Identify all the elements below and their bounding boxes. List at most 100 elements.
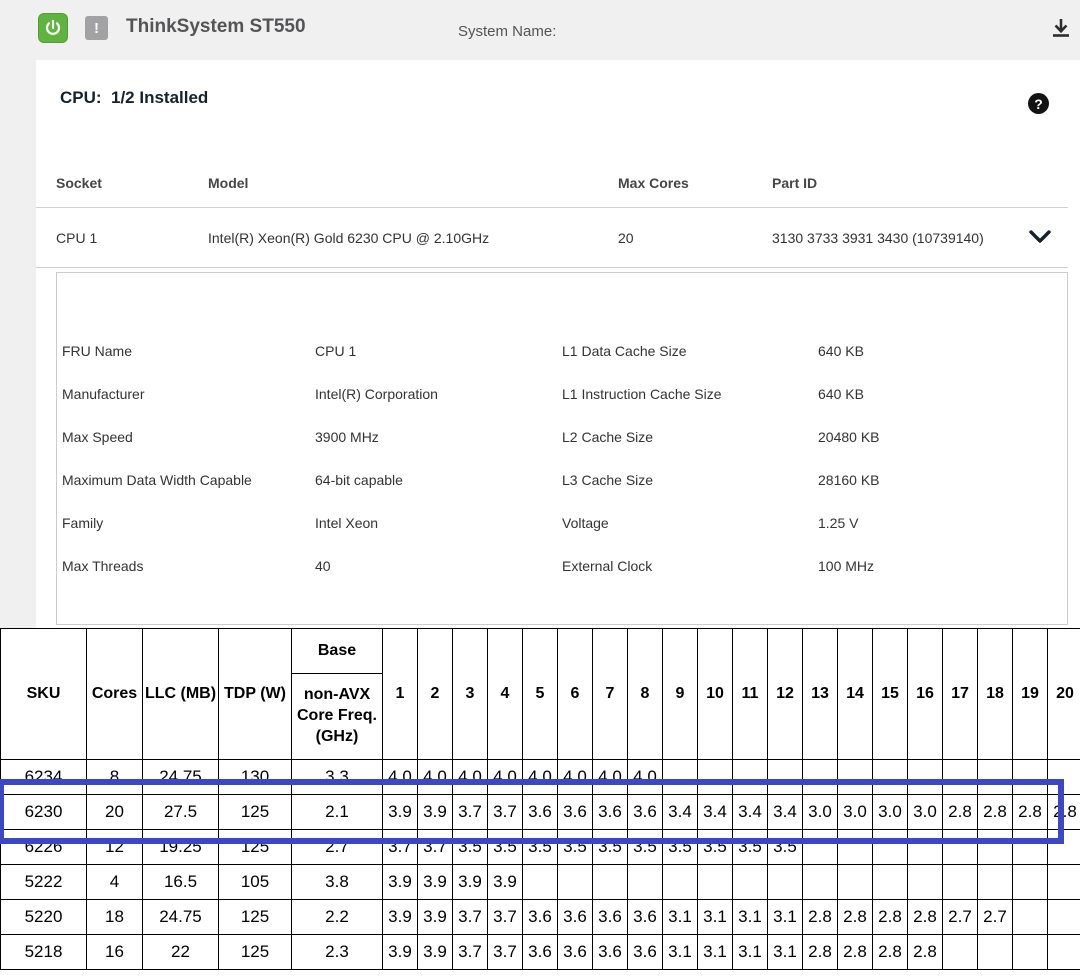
value-cell xyxy=(838,830,873,865)
value-cell: 3.6 xyxy=(523,935,558,970)
value-cell xyxy=(943,830,978,865)
core-count-header: 15 xyxy=(873,629,908,760)
core-count-header: 17 xyxy=(943,629,978,760)
value-cell: 3.9 xyxy=(418,900,453,935)
value-cell xyxy=(873,830,908,865)
value-cell: 3.6 xyxy=(558,795,593,830)
core-count-header: 12 xyxy=(768,629,803,760)
value-cell xyxy=(838,865,873,900)
power-icon xyxy=(43,18,63,38)
core-count-header: 10 xyxy=(698,629,733,760)
sku-cell: 5222 xyxy=(1,865,87,900)
detail-label: Max Threads xyxy=(62,558,315,574)
value-cell: 2.8 xyxy=(1048,795,1080,830)
detail-value: Intel Xeon xyxy=(315,515,562,531)
value-cell: 125 xyxy=(219,830,292,865)
detail-label: L1 Instruction Cache Size xyxy=(562,386,818,402)
value-cell: 3.5 xyxy=(733,830,768,865)
value-cell: 18 xyxy=(87,900,143,935)
value-cell xyxy=(978,865,1013,900)
value-cell: 3.5 xyxy=(488,830,523,865)
detail-value: 40 xyxy=(315,558,562,574)
header-llc: LLC (MB) xyxy=(143,629,219,760)
value-cell: 3.9 xyxy=(488,865,523,900)
value-cell: 3.1 xyxy=(768,900,803,935)
column-header-max-cores: Max Cores xyxy=(618,175,772,191)
value-cell: 3.6 xyxy=(593,935,628,970)
value-cell: 3.6 xyxy=(628,900,663,935)
value-cell: 3.9 xyxy=(453,865,488,900)
value-cell: 12 xyxy=(87,830,143,865)
value-cell: 4.0 xyxy=(383,760,418,795)
value-cell: 3.0 xyxy=(803,795,838,830)
freq-table: SKU Cores LLC (MB) TDP (W) Base non-AVX … xyxy=(0,628,1080,970)
sku-cell: 5220 xyxy=(1,900,87,935)
value-cell: 3.6 xyxy=(523,795,558,830)
value-cell: 8 xyxy=(87,760,143,795)
value-cell xyxy=(1048,760,1080,795)
freq-row-6234: 6234824.751303.34.04.04.04.04.04.04.04.0 xyxy=(1,760,1080,795)
value-cell xyxy=(943,935,978,970)
detail-value: 1.25 V xyxy=(818,515,1067,531)
value-cell: 3.6 xyxy=(628,795,663,830)
core-count-header: 8 xyxy=(628,629,663,760)
collapse-row-button[interactable] xyxy=(1028,230,1052,249)
value-cell: 4.0 xyxy=(558,760,593,795)
value-cell: 3.9 xyxy=(418,935,453,970)
value-cell xyxy=(873,865,908,900)
alert-badge[interactable]: ! xyxy=(85,16,108,40)
detail-value: 20480 KB xyxy=(818,429,1067,445)
value-cell xyxy=(978,830,1013,865)
system-name-label: System Name: xyxy=(458,23,556,40)
cpu-part-id-cell: 3130 3733 3931 3430 (10739140) xyxy=(772,230,1068,246)
value-cell: 3.9 xyxy=(418,865,453,900)
value-cell xyxy=(698,760,733,795)
value-cell: 4.0 xyxy=(453,760,488,795)
value-cell xyxy=(733,865,768,900)
value-cell: 3.1 xyxy=(663,935,698,970)
value-cell xyxy=(873,760,908,795)
value-cell: 3.3 xyxy=(292,760,383,795)
app-title: ThinkSystem ST550 xyxy=(126,16,306,38)
cpu-panel: CPU: 1/2 Installed ? Socket Model Max Co… xyxy=(36,60,1080,628)
value-cell xyxy=(1013,830,1048,865)
detail-label: Max Speed xyxy=(62,429,315,445)
value-cell: 3.5 xyxy=(453,830,488,865)
cpu-frequency-table: SKU Cores LLC (MB) TDP (W) Base non-AVX … xyxy=(0,628,1080,976)
core-count-header: 9 xyxy=(663,629,698,760)
value-cell: 2.3 xyxy=(292,935,383,970)
value-cell xyxy=(803,865,838,900)
value-cell: 3.5 xyxy=(628,830,663,865)
value-cell: 3.7 xyxy=(453,935,488,970)
detail-value: Intel(R) Corporation xyxy=(315,386,562,402)
value-cell: 3.4 xyxy=(663,795,698,830)
value-cell xyxy=(733,760,768,795)
value-cell: 3.6 xyxy=(593,900,628,935)
help-button[interactable]: ? xyxy=(1028,93,1049,114)
value-cell: 19.25 xyxy=(143,830,219,865)
value-cell: 3.4 xyxy=(698,795,733,830)
value-cell xyxy=(768,865,803,900)
value-cell xyxy=(1013,935,1048,970)
value-cell: 3.7 xyxy=(453,900,488,935)
value-cell: 3.5 xyxy=(698,830,733,865)
detail-value: 640 KB xyxy=(818,343,1067,359)
detail-value: CPU 1 xyxy=(315,343,562,359)
power-button[interactable] xyxy=(38,13,68,43)
core-count-header: 19 xyxy=(1013,629,1048,760)
value-cell: 105 xyxy=(219,865,292,900)
download-button[interactable] xyxy=(1048,14,1074,42)
column-header-socket: Socket xyxy=(56,175,208,191)
value-cell: 2.8 xyxy=(908,935,943,970)
detail-label: L2 Cache Size xyxy=(562,429,818,445)
header-tdp: TDP (W) xyxy=(219,629,292,760)
core-count-header: 11 xyxy=(733,629,768,760)
value-cell: 3.9 xyxy=(383,900,418,935)
detail-label: L1 Data Cache Size xyxy=(562,343,818,359)
core-count-header: 14 xyxy=(838,629,873,760)
value-cell: 3.6 xyxy=(523,900,558,935)
value-cell xyxy=(908,830,943,865)
value-cell: 3.9 xyxy=(418,795,453,830)
value-cell: 2.8 xyxy=(873,935,908,970)
cpu-table-row[interactable]: CPU 1 Intel(R) Xeon(R) Gold 6230 CPU @ 2… xyxy=(36,208,1068,268)
